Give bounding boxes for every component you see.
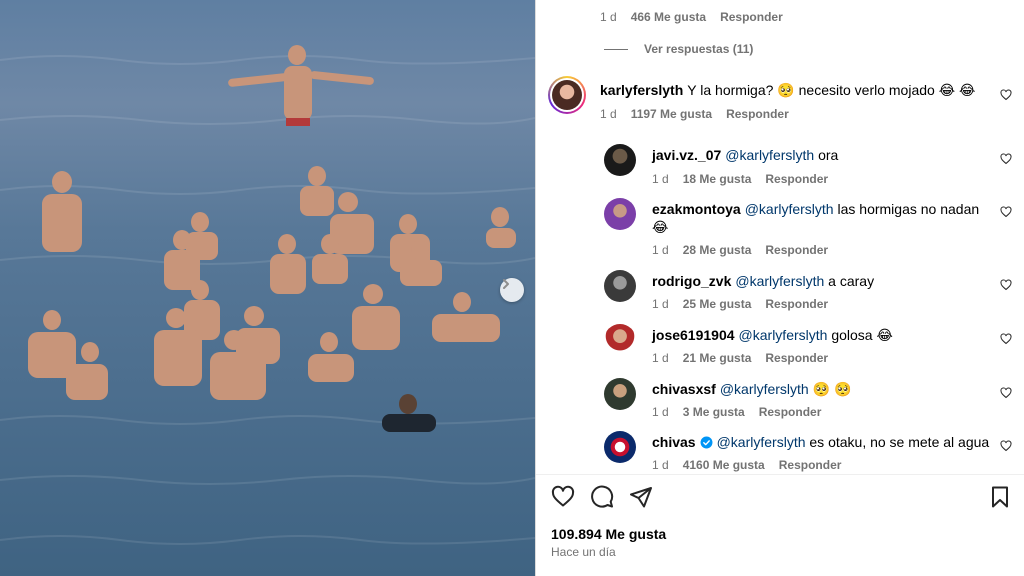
comments-panel: 1 d 466 Me gusta Responder Ver respuestas … <box>536 0 1024 576</box>
comments-list[interactable]: 1 d 466 Me gusta Responder Ver respuestas … <box>536 0 1024 478</box>
comment-time: 1 d <box>652 351 669 365</box>
reply-button[interactable]: Responder <box>726 107 789 121</box>
reply-meta: 1 d 4160 Me gusta Responder <box>652 458 855 472</box>
post-photo <box>0 0 535 576</box>
comment-likes[interactable]: 1197 Me gusta <box>631 107 712 121</box>
comment-time: 1 d <box>652 172 669 186</box>
mention-link[interactable]: @karlyferslyth <box>735 273 824 289</box>
like-comment-heart-icon[interactable] <box>1000 89 1012 101</box>
main-comment-meta: 1 d 1197 Me gusta Responder <box>600 107 803 121</box>
reply-text-line: chivas @karlyferslyth es otaku, no se met… <box>652 433 992 451</box>
comment-time: 1 d <box>600 107 617 121</box>
like-comment-heart-icon[interactable] <box>1000 333 1012 345</box>
reply-button[interactable]: Responder <box>759 405 822 419</box>
comment-text: 🥺 🥺 <box>812 381 852 397</box>
comment-username[interactable]: ezakmontoya <box>652 201 741 217</box>
reply-button[interactable]: Responder <box>765 297 828 311</box>
comment-username[interactable]: rodrigo_zvk <box>652 273 731 289</box>
comment-likes[interactable]: 25 Me gusta <box>683 297 752 311</box>
comment-text: ora <box>818 147 839 163</box>
like-comment-heart-icon[interactable] <box>1000 387 1012 399</box>
comment-text: las hormigas no nadan <box>837 201 980 217</box>
main-comment: karlyferslyth Y la hormiga? 🥺 necesito ve… <box>600 81 980 99</box>
avatar[interactable] <box>604 144 636 176</box>
verified-badge-icon <box>700 436 713 449</box>
reply-meta: 1 d 18 Me gusta Responder <box>652 172 842 186</box>
like-comment-heart-icon[interactable] <box>1000 279 1012 291</box>
comment-username[interactable]: karlyferslyth <box>600 82 683 98</box>
reply-button[interactable]: Responder <box>765 172 828 186</box>
mention-link[interactable]: @karlyferslyth <box>725 147 814 163</box>
comment-time: 1 d <box>652 243 669 257</box>
reply-text-line: ezakmontoya @karlyferslyth las hormigas n… <box>652 200 992 236</box>
reply-text-line: chivasxsf @karlyferslyth 🥺 🥺 <box>652 380 982 398</box>
reply-text-line: jose6191904 @karlyferslyth golosa 😂 <box>652 326 982 344</box>
chevron-right-icon <box>503 279 509 289</box>
next-image-button[interactable] <box>500 278 524 302</box>
comment-time: 1 d <box>600 10 617 24</box>
previous-comment-meta: 1 d 466 Me gusta Responder <box>600 10 797 24</box>
comment-time: 1 d <box>652 297 669 311</box>
reply-meta: 1 d 21 Me gusta Responder <box>652 351 842 365</box>
avatar[interactable] <box>548 76 586 114</box>
comment-username[interactable]: chivasxsf <box>652 381 716 397</box>
heart-icon[interactable] <box>551 485 575 509</box>
reply-meta: 1 d 28 Me gusta Responder <box>652 243 842 257</box>
avatar[interactable] <box>604 324 636 356</box>
like-comment-heart-icon[interactable] <box>1000 440 1012 452</box>
comment-time: 1 d <box>652 458 669 472</box>
comment-text: es otaku, no se mete al agua <box>809 434 990 450</box>
comment-text: Y la hormiga? 🥺 necesito verlo mojado 😂 … <box>687 82 976 98</box>
mention-link[interactable]: @karlyferslyth <box>717 434 806 450</box>
view-replies-label: Ver respuestas (11) <box>644 42 754 56</box>
replies-line <box>604 48 628 50</box>
comment-likes[interactable]: 4160 Me gusta <box>683 458 765 472</box>
comment-likes[interactable]: 28 Me gusta <box>683 243 752 257</box>
mention-link[interactable]: @karlyferslyth <box>745 201 834 217</box>
like-comment-heart-icon[interactable] <box>1000 206 1012 218</box>
avatar[interactable] <box>604 270 636 302</box>
reply-button[interactable]: Responder <box>779 458 842 472</box>
comment-text: golosa 😂 <box>831 327 893 343</box>
comment-username[interactable]: chivas <box>652 434 696 450</box>
reply-meta: 1 d 3 Me gusta Responder <box>652 405 835 419</box>
share-icon[interactable] <box>629 485 653 509</box>
comment-likes[interactable]: 466 Me gusta <box>631 10 706 24</box>
comment-username[interactable]: jose6191904 <box>652 327 735 343</box>
reply-text-line: rodrigo_zvk @karlyferslyth a caray <box>652 272 982 290</box>
post-likes-count[interactable]: 109.894 Me gusta <box>551 526 666 542</box>
post-timestamp: Hace un día <box>551 545 616 559</box>
actions-divider <box>536 474 1024 475</box>
avatar[interactable] <box>604 378 636 410</box>
reply-button[interactable]: Responder <box>765 351 828 365</box>
comment-text: a caray <box>828 273 875 289</box>
like-comment-heart-icon[interactable] <box>1000 153 1012 165</box>
reply-text-line: javi.vz._07 @karlyferslyth ora <box>652 146 982 164</box>
beach-photo-illustration <box>0 45 535 545</box>
comment-icon[interactable] <box>590 485 614 509</box>
bookmark-icon[interactable] <box>988 485 1012 509</box>
avatar-image <box>552 80 582 110</box>
avatar[interactable] <box>604 431 636 463</box>
reply-meta: 1 d 25 Me gusta Responder <box>652 297 842 311</box>
reply-button[interactable]: Responder <box>765 243 828 257</box>
view-replies-button[interactable]: Ver respuestas (11) <box>604 42 753 56</box>
comment-username[interactable]: javi.vz._07 <box>652 147 721 163</box>
comment-emoji: 😂 <box>652 219 669 235</box>
avatar[interactable] <box>604 198 636 230</box>
comment-likes[interactable]: 3 Me gusta <box>683 405 745 419</box>
mention-link[interactable]: @karlyferslyth <box>739 327 828 343</box>
comment-likes[interactable]: 18 Me gusta <box>683 172 752 186</box>
comment-likes[interactable]: 21 Me gusta <box>683 351 752 365</box>
reply-button[interactable]: Responder <box>720 10 783 24</box>
mention-link[interactable]: @karlyferslyth <box>720 381 809 397</box>
comment-time: 1 d <box>652 405 669 419</box>
